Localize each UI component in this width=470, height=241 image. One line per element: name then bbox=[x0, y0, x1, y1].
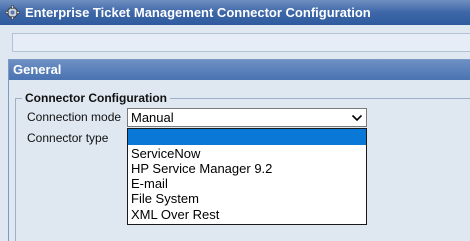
option-email[interactable]: E-mail bbox=[128, 176, 366, 192]
toolbar-strip bbox=[12, 33, 470, 52]
connector-type-label: Connector type bbox=[27, 131, 109, 145]
connection-mode-value: Manual bbox=[131, 110, 174, 125]
connection-mode-select[interactable]: Manual bbox=[127, 108, 367, 127]
connector-type-dropdown-list[interactable]: ServiceNow HP Service Manager 9.2 E-mail… bbox=[127, 128, 367, 225]
option-file-system[interactable]: File System bbox=[128, 191, 366, 207]
chevron-down-icon[interactable] bbox=[351, 112, 363, 124]
window-titlebar: Enterprise Ticket Management Connector C… bbox=[0, 0, 470, 25]
fieldset-legend: Connector Configuration bbox=[22, 91, 170, 105]
gear-icon bbox=[5, 5, 20, 20]
option-blank[interactable] bbox=[128, 129, 366, 145]
window-title: Enterprise Ticket Management Connector C… bbox=[25, 5, 371, 20]
panel-header-general[interactable]: General bbox=[9, 60, 470, 80]
option-servicenow[interactable]: ServiceNow bbox=[128, 146, 366, 162]
connection-mode-label: Connection mode bbox=[27, 110, 122, 124]
option-hp-service-manager[interactable]: HP Service Manager 9.2 bbox=[128, 161, 366, 177]
option-xml-over-rest[interactable]: XML Over Rest bbox=[128, 207, 366, 223]
